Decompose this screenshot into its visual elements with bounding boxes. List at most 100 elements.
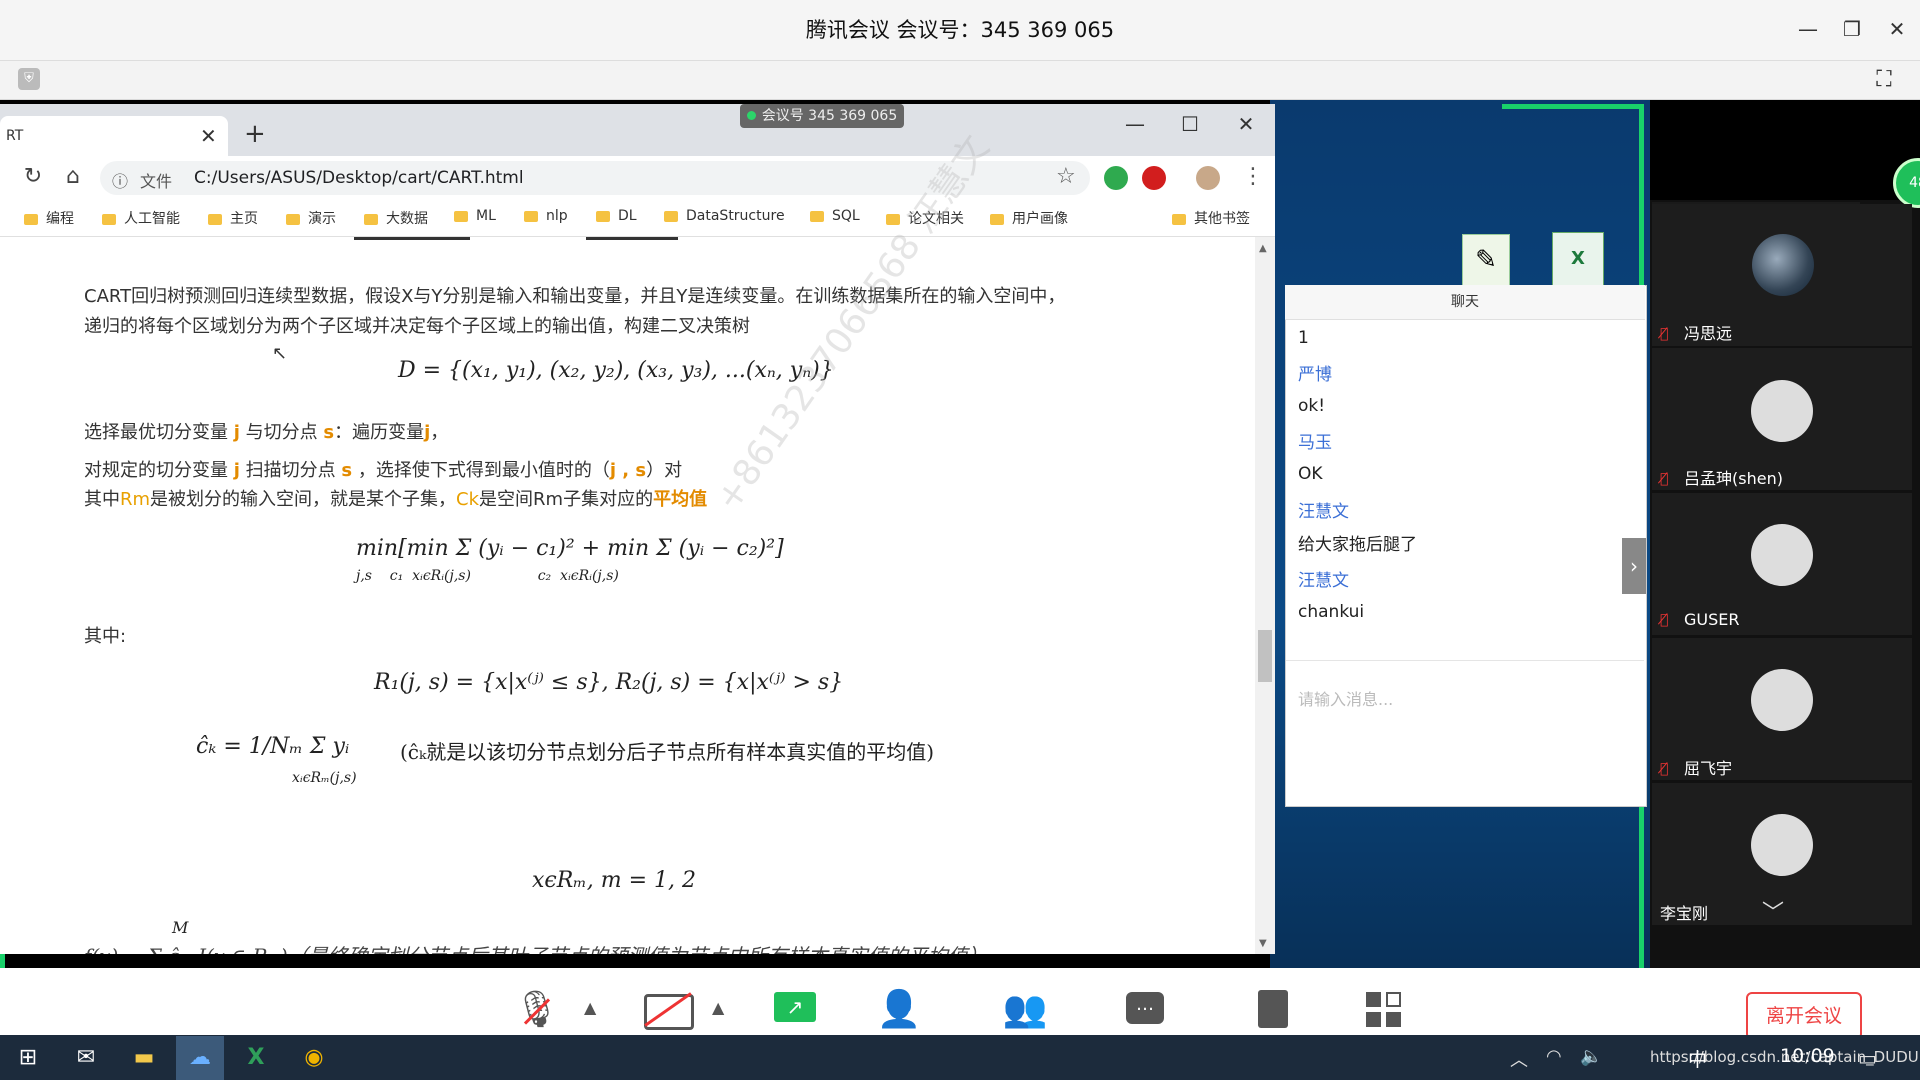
windows-start-icon[interactable]: ⊞	[4, 1040, 52, 1076]
excel-file-icon[interactable]: X	[1552, 232, 1604, 286]
meeting-title: 腾讯会议 会议号：345 369 065	[805, 18, 1115, 42]
intro-paragraph-line2: 递归的将每个区域划分为两个子区域并决定每个子区域上的输出值，构建二叉决策树	[84, 316, 750, 337]
scan-paragraph: 对规定的切分变量 j 扫描切分点 s ，选择使下式得到最小值时的（j , s）对	[84, 460, 683, 481]
chat-input[interactable]: 请输入消息...	[1298, 686, 1393, 710]
folder-icon	[524, 210, 538, 222]
avatar	[1751, 524, 1813, 586]
bookmark-folder[interactable]: DataStructure	[664, 208, 785, 224]
bookmark-folder[interactable]: 人工智能	[102, 208, 180, 228]
reload-icon[interactable]: ↻	[18, 164, 48, 189]
notifications-icon[interactable]: ▭	[1858, 1046, 1877, 1070]
participants-icon[interactable]: 👥	[1000, 988, 1050, 1030]
page-content	[0, 237, 1255, 954]
chat-message: 给大家拖后腿了	[1298, 535, 1417, 555]
bookmark-folder[interactable]: 演示	[286, 208, 336, 228]
chat-divider	[1286, 660, 1644, 661]
tab-underline-fragment	[354, 237, 470, 240]
fullscreen-icon[interactable]: ⛶	[1870, 66, 1898, 94]
mail-icon[interactable]: ✉	[62, 1040, 110, 1076]
minimize-button[interactable]: —	[1793, 14, 1823, 44]
profile-avatar[interactable]	[1196, 166, 1220, 190]
formula-cell-mean-subscript: xᵢϵRₘ(j,s)	[292, 770, 357, 786]
close-button[interactable]: ✕	[1882, 14, 1912, 44]
camera-options-chevron-icon[interactable]: ▲	[712, 998, 724, 1017]
file-explorer-icon[interactable]: ▬	[120, 1040, 168, 1076]
folder-icon	[286, 213, 300, 225]
evernote-extension-icon[interactable]	[1104, 166, 1128, 190]
chat-sender: 汪慧文	[1298, 571, 1349, 591]
intro-paragraph-line1: CART回归树预测回归连续型数据，假设X与Y分别是输入和输出变量，并且Y是连续变…	[84, 286, 1066, 307]
bookmark-folder[interactable]: 编程	[24, 208, 74, 228]
meeting-id-badge: 会议号 345 369 065	[740, 104, 904, 128]
volume-icon[interactable]: 🔈	[1580, 1046, 1602, 1067]
other-bookmarks-folder[interactable]: 其他书签	[1172, 208, 1250, 228]
camera-off-icon[interactable]	[644, 994, 694, 1030]
chat-icon[interactable]: …	[1126, 992, 1164, 1024]
folder-icon	[102, 213, 116, 225]
folder-icon	[24, 213, 38, 225]
url-text[interactable]: C:/Users/ASUS/Desktop/cart/CART.html	[194, 168, 524, 188]
ime-indicator[interactable]: 中	[1688, 1045, 1707, 1072]
tab-close-icon[interactable]: ✕	[200, 124, 217, 148]
network-icon[interactable]: ◠	[1546, 1046, 1562, 1067]
shield-icon[interactable]: ⛨	[18, 68, 40, 90]
leave-meeting-button[interactable]: 离开会议	[1746, 992, 1862, 1040]
bookmark-folder[interactable]: ML	[454, 208, 496, 224]
system-clock[interactable]: 10:09	[1780, 1045, 1835, 1067]
chat-sender: 马玉	[1298, 433, 1332, 453]
browser-close-button[interactable]: ✕	[1231, 112, 1261, 136]
chat-expand-button[interactable]: ›	[1622, 538, 1646, 594]
formula-cell-mean-note: (ĉₖ就是以该切分节点划分后子节点所有样本真实值的平均值)	[400, 740, 935, 764]
rm-paragraph: 其中Rm是被划分的输入空间，就是某个子集，Ck是空间Rm子集对应的平均值	[84, 489, 708, 510]
scroll-up-icon[interactable]: ▲	[1259, 243, 1267, 254]
avatar	[1751, 669, 1813, 731]
opera-extension-icon[interactable]	[1142, 166, 1166, 190]
home-icon[interactable]: ⌂	[58, 164, 88, 189]
document-icon[interactable]	[1258, 990, 1288, 1028]
chat-message: chankui	[1298, 602, 1365, 622]
chrome-taskbar-icon[interactable]: ◉	[290, 1040, 338, 1076]
formula-cut-clip: f(x) = Σ ĉₘ I(x ∈ Rₘ)（最终确定划分节点后其叶子节点的预测值…	[84, 940, 1234, 954]
excel-taskbar-icon[interactable]: X	[232, 1040, 280, 1076]
folder-icon	[664, 210, 678, 222]
formula-region-split: R₁(j, s) = {x|x⁽ʲ⁾ ≤ s}, R₂(j, s) = {x|x…	[374, 670, 844, 695]
avatar	[1751, 380, 1813, 442]
folder-icon	[810, 210, 824, 222]
restore-button[interactable]: ❐	[1837, 14, 1867, 44]
apps-grid-icon[interactable]	[1366, 992, 1402, 1028]
folder-icon	[990, 213, 1004, 225]
bookmark-folder[interactable]: 大数据	[364, 208, 428, 228]
bookmark-folder[interactable]: nlp	[524, 208, 568, 224]
page-scrollbar[interactable]	[1255, 237, 1275, 954]
mic-options-chevron-icon[interactable]: ▲	[584, 998, 596, 1017]
bookmark-star-icon[interactable]: ☆	[1056, 164, 1076, 189]
file-scheme-label: 文件	[140, 172, 173, 191]
new-tab-button[interactable]: +	[244, 119, 266, 149]
scroll-down-icon[interactable]: ▼	[1259, 938, 1267, 949]
browser-menu-icon[interactable]: ⋮	[1242, 164, 1264, 189]
meeting-subbar	[0, 61, 1920, 100]
participant-name: 🎙̸ 吕孟珅(shen)	[1660, 469, 1783, 488]
scrollbar-thumb[interactable]	[1258, 630, 1272, 682]
screen-share-icon[interactable]: ↗	[774, 992, 816, 1022]
formula-min-subscripts: j,s c₁ xᵢϵRᵢ(j,s) c₂ xᵢϵRᵢ(j,s)	[356, 568, 619, 584]
invite-member-icon[interactable]: 👤	[874, 988, 924, 1030]
desktop-app-icon[interactable]: ✎	[1462, 234, 1510, 286]
bookmark-folder[interactable]: DL	[596, 208, 637, 224]
participant-name: 🎙̸ 冯思远	[1660, 324, 1733, 343]
chat-sender: 严博	[1298, 365, 1332, 385]
bookmark-folder[interactable]: 主页	[208, 208, 258, 228]
tab-underline-fragment	[586, 237, 678, 240]
meeting-id-label: 会议号 345 369 065	[761, 108, 898, 124]
tencent-meeting-taskbar-icon[interactable]: ☁	[176, 1036, 224, 1080]
muted-mic-icon: 🎙̸	[1660, 760, 1669, 777]
browser-tab[interactable]	[0, 116, 228, 156]
avatar	[1751, 814, 1813, 876]
info-icon[interactable]: ⓘ	[112, 168, 128, 192]
scroll-down-chevron-icon[interactable]: ﹀	[1762, 895, 1784, 927]
bookmark-folder[interactable]: SQL	[810, 208, 860, 224]
browser-maximize-button[interactable]: ☐	[1175, 112, 1205, 136]
bookmark-folder[interactable]: 用户画像	[990, 208, 1068, 228]
browser-minimize-button[interactable]: —	[1120, 112, 1150, 136]
tray-expand-icon[interactable]: ︿	[1510, 1046, 1528, 1072]
